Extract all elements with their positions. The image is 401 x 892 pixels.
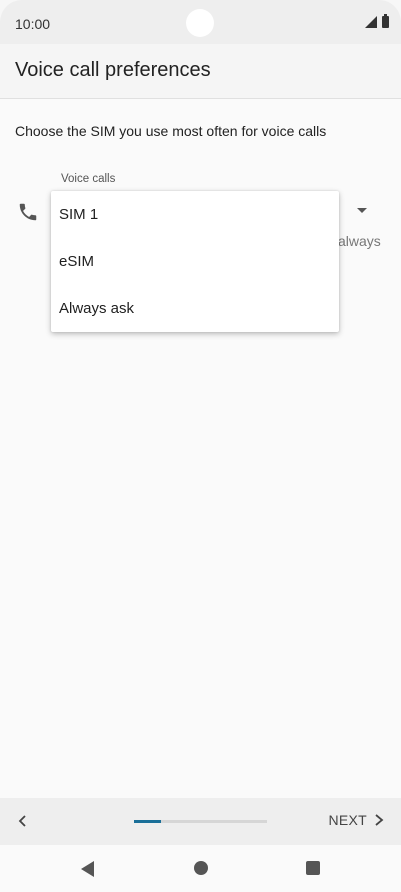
app-bar: Voice call preferences: [0, 44, 401, 99]
system-navigation-bar: [0, 845, 401, 892]
menu-item-esim[interactable]: eSIM: [51, 238, 339, 285]
chevron-left-icon[interactable]: [15, 813, 31, 829]
phone-icon: [19, 203, 37, 221]
signal-icon: [365, 16, 377, 28]
menu-item-always-ask[interactable]: Always ask: [51, 285, 339, 332]
voice-calls-value-partial: always: [338, 233, 381, 249]
setup-navigation-bar: NEXT: [0, 798, 401, 845]
dropdown-arrow-icon[interactable]: [357, 208, 367, 213]
chevron-right-icon: [375, 814, 384, 826]
voice-calls-dropdown-menu: SIM 1 eSIM Always ask: [51, 191, 339, 332]
next-button[interactable]: NEXT: [328, 812, 385, 828]
nav-recents-icon[interactable]: [306, 861, 320, 875]
voice-calls-label: Voice calls: [61, 173, 116, 185]
battery-icon: [382, 14, 389, 28]
nav-home-icon[interactable]: [194, 861, 208, 875]
description-text: Choose the SIM you use most often for vo…: [15, 123, 327, 139]
status-bar: 10:00: [0, 0, 401, 44]
progress-fill: [134, 820, 161, 823]
device-screen: 10:00 Voice call preferences Choose the …: [0, 0, 401, 892]
status-icons: [365, 14, 389, 28]
menu-item-sim1[interactable]: SIM 1: [51, 191, 339, 238]
page-title: Voice call preferences: [15, 59, 211, 81]
camera-cutout: [186, 9, 214, 37]
status-time: 10:00: [15, 16, 51, 32]
nav-back-icon[interactable]: [81, 861, 94, 877]
progress-bar: [134, 820, 267, 823]
next-label: NEXT: [328, 812, 367, 828]
